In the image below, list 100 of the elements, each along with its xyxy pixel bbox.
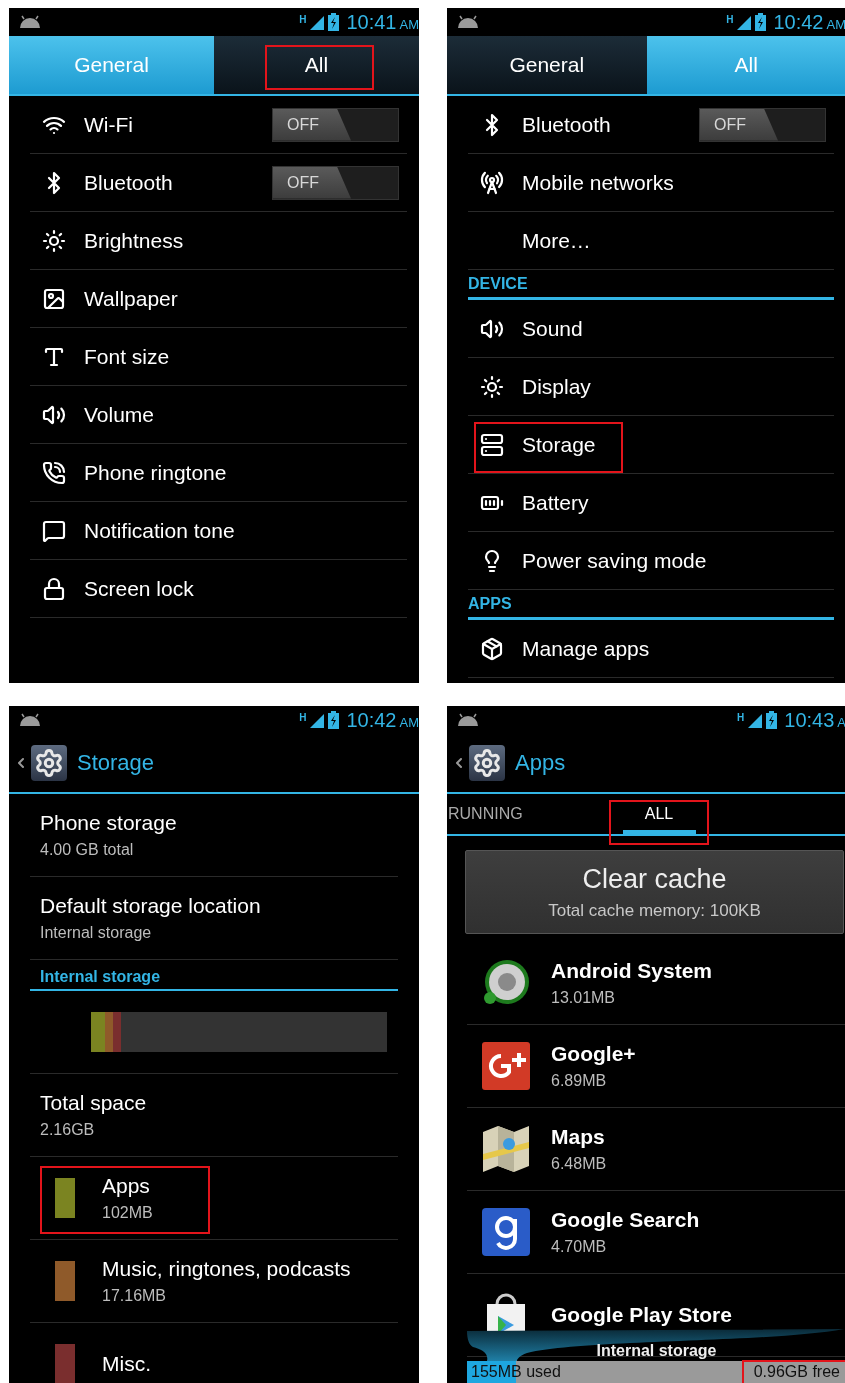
- settings-item[interactable]: Power saving mode: [468, 532, 834, 590]
- settings-item[interactable]: Manage apps: [468, 620, 834, 678]
- clock-time: 10:41: [346, 10, 397, 34]
- item-label: Display: [522, 374, 592, 399]
- clock-meridiem: AM: [826, 17, 845, 32]
- arc-tile-icon: [481, 1207, 531, 1257]
- sun-icon: [480, 374, 504, 399]
- button-label: Clear cache: [582, 863, 727, 895]
- settings-item[interactable]: Bluetooth OFF: [30, 154, 407, 212]
- settings-icon[interactable]: [469, 745, 505, 781]
- app-size: 4.70MB: [551, 1238, 608, 1256]
- switch-thumb: OFF: [700, 108, 778, 141]
- section-header: Internal storage: [40, 968, 161, 986]
- signal-icon: [309, 712, 326, 728]
- settings-item[interactable]: Sound: [468, 300, 834, 358]
- app-name: Google Search: [551, 1208, 700, 1232]
- item-label: Power saving mode: [522, 548, 708, 573]
- clock-time: 10:43: [784, 708, 835, 732]
- battery-icon: [766, 711, 778, 729]
- tab[interactable]: General: [447, 36, 647, 94]
- app-size: 13.01MB: [551, 989, 617, 1007]
- item-subtitle: 2.16GB: [40, 1121, 96, 1139]
- item-title: Apps: [102, 1174, 151, 1198]
- section-header: APPS: [468, 595, 512, 614]
- item-label: Storage: [522, 432, 597, 457]
- settings-item[interactable]: Brightness: [30, 212, 407, 270]
- settings-item[interactable]: Notification tone: [30, 502, 407, 560]
- item-label: Volume: [84, 402, 156, 427]
- info-row[interactable]: Total space 2.16GB: [30, 1074, 398, 1157]
- category-row[interactable]: Apps 102MB: [30, 1157, 398, 1240]
- map-icon: [481, 1124, 531, 1174]
- settings-item[interactable]: Mobile networks: [468, 154, 834, 212]
- item-subtitle: 4.00 GB total: [40, 841, 135, 859]
- clock-meridiem: AM: [399, 17, 419, 32]
- toggle-switch[interactable]: OFF: [272, 165, 399, 200]
- battery-icon: [328, 13, 340, 31]
- item-title: Default storage location: [40, 894, 262, 918]
- item-label: Mobile networks: [522, 170, 675, 195]
- info-row[interactable]: Default storage location Internal storage: [30, 877, 398, 960]
- network-type: H: [299, 13, 307, 25]
- settings-item[interactable]: Font size: [30, 328, 407, 386]
- signal-icon: [736, 14, 753, 30]
- battery-icon: [755, 13, 767, 31]
- app-size: 6.48MB: [551, 1155, 607, 1173]
- settings-item[interactable]: Screen lock: [30, 560, 407, 618]
- item-label: Manage apps: [522, 636, 651, 661]
- app-name: Google+: [551, 1042, 636, 1066]
- network-type: H: [726, 13, 734, 25]
- switch-thumb: OFF: [273, 166, 351, 199]
- toggle-switch[interactable]: OFF: [699, 107, 826, 142]
- robot-icon: [19, 713, 41, 727]
- app-item[interactable]: Google+ 6.89MB: [467, 1025, 845, 1108]
- button-detail: Total cache memory: 100KB: [548, 900, 761, 921]
- app-item[interactable]: Android System 13.01MB: [467, 942, 845, 1025]
- screen-title: Storage: [77, 750, 155, 776]
- package-icon: [480, 636, 504, 661]
- settings-item[interactable]: Bluetooth OFF: [468, 96, 834, 154]
- toggle-switch[interactable]: OFF: [272, 107, 399, 142]
- settings-item[interactable]: Battery: [468, 474, 834, 532]
- settings-item[interactable]: Volume: [30, 386, 407, 444]
- item-label: Font size: [84, 344, 171, 369]
- tab[interactable]: ALL: [609, 794, 709, 834]
- storage-icon: [480, 432, 504, 457]
- app-item[interactable]: Google Search 4.70MB: [467, 1191, 845, 1274]
- clock-time: 10:42: [773, 10, 824, 34]
- clock-time: 10:42: [346, 708, 397, 732]
- robot-icon: [19, 15, 41, 29]
- settings-item[interactable]: More…: [468, 212, 834, 270]
- item-subtitle: Internal storage: [40, 924, 153, 942]
- app-item[interactable]: Maps 6.48MB: [467, 1108, 845, 1191]
- tab[interactable]: All: [214, 36, 419, 94]
- info-row[interactable]: Phone storage 4.00 GB total: [30, 794, 398, 877]
- app-name: Android System: [551, 959, 713, 983]
- settings-icon[interactable]: [31, 745, 67, 781]
- settings-item[interactable]: Display: [468, 358, 834, 416]
- switch-thumb: OFF: [273, 108, 351, 141]
- settings-item[interactable]: Wi-Fi OFF: [30, 96, 407, 154]
- item-label: Sound: [522, 316, 584, 341]
- item-label: Wi-Fi: [84, 112, 134, 137]
- category-row[interactable]: Music, ringtones, podcasts 17.16MB: [30, 1240, 398, 1323]
- item-title: Music, ringtones, podcasts: [102, 1257, 351, 1281]
- battery-icon: [328, 711, 340, 729]
- settings-item[interactable]: Wallpaper: [30, 270, 407, 328]
- sun-icon: [42, 228, 66, 253]
- category-row[interactable]: Misc.: [30, 1323, 398, 1383]
- plus-tile-icon: [481, 1041, 531, 1091]
- item-label: Phone ringtone: [84, 460, 228, 485]
- signal-icon: [747, 712, 764, 728]
- item-title: Total space: [40, 1091, 148, 1115]
- app-name: Google Play Store: [551, 1303, 732, 1327]
- item-label: Battery: [522, 490, 590, 515]
- network-type: H: [299, 711, 307, 723]
- network-type: H: [737, 711, 745, 723]
- clear-cache-button[interactable]: Clear cache Total cache memory: 100KB: [465, 850, 844, 934]
- item-label: More…: [522, 228, 592, 253]
- tab[interactable]: RUNNING: [447, 794, 609, 834]
- app-name: Maps: [551, 1125, 606, 1149]
- item-title: Phone storage: [40, 811, 178, 835]
- settings-item[interactable]: Phone ringtone: [30, 444, 407, 502]
- settings-item[interactable]: Storage: [468, 416, 834, 474]
